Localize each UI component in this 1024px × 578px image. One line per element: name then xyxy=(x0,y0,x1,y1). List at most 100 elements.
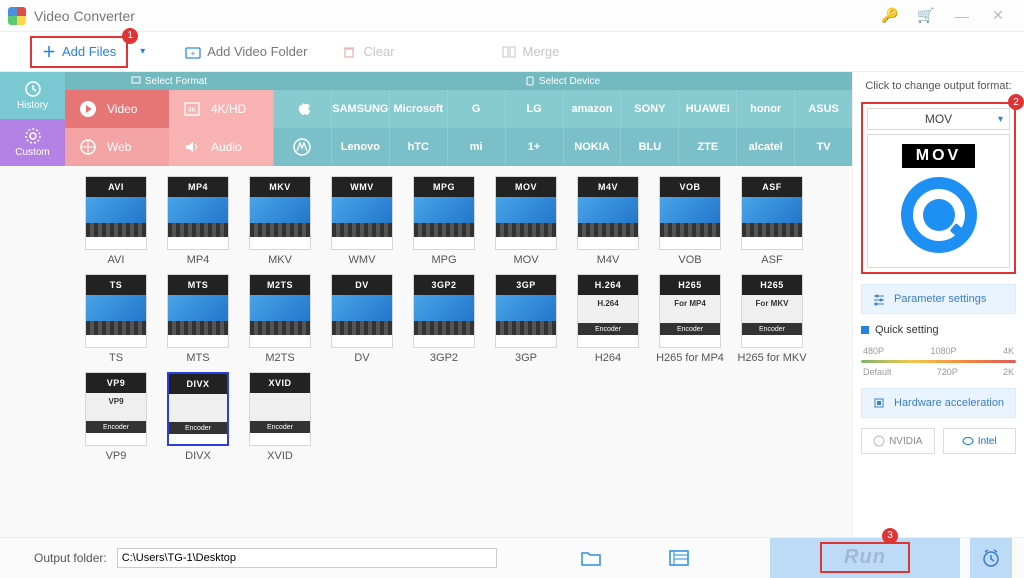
cart-icon[interactable]: 🛒 xyxy=(908,0,944,32)
output-folder-label: Output folder: xyxy=(34,551,107,565)
format-vp9[interactable]: VP9VP9EncoderVP9 xyxy=(75,372,157,462)
nvidia-chip[interactable]: NVIDIA xyxy=(861,428,935,454)
svg-text:+: + xyxy=(191,49,196,58)
brand-asus[interactable]: ASUS xyxy=(794,90,852,128)
brand-<svg width="20" height="20" data-name="motorola-icon"><circle cx="10" cy="10" r="8" fill="none" stroke="#fff" stroke-width="1.5"/><path d="m5 14l3-8 2 5 2-5 3 8" fill="none" stroke="#fff" stroke[interactable] xyxy=(273,128,331,166)
format-label: WMV xyxy=(349,254,376,266)
format-label: ASF xyxy=(761,254,782,266)
scheduler-button[interactable] xyxy=(970,538,1012,578)
format-mov[interactable]: MOVMOV xyxy=(485,176,567,266)
gear-icon xyxy=(24,127,42,145)
format-label: H265 for MKV xyxy=(737,352,806,364)
category-4k[interactable]: 4K 4K/HD xyxy=(169,90,273,128)
brand-<svg width="20" height="20" data-name="apple-icon"><path d="m13 5c-1-1-3-1-3 1-2 0-4 2-3 5 1 3 3 5 4 5s1-1 2-1 1 1 2 1 3-2 3-4c-2-1-2-4 0-5-1-2-3-2-5-2z" fill="#fff"/></svg>[interactable] xyxy=(273,90,331,128)
format-3gp[interactable]: 3GP3GP xyxy=(485,274,567,364)
format-mkv[interactable]: MKVMKV xyxy=(239,176,321,266)
merge-button[interactable]: Merge xyxy=(501,44,560,60)
brand-1+[interactable]: 1+ xyxy=(505,128,563,166)
app-logo-icon xyxy=(8,7,26,25)
output-folder-input[interactable] xyxy=(117,548,497,568)
format-mts[interactable]: MTSMTS xyxy=(157,274,239,364)
open-folder-button[interactable] xyxy=(577,544,605,572)
category-video[interactable]: Video xyxy=(65,90,169,128)
brand-honor[interactable]: honor xyxy=(736,90,794,128)
4k-icon: 4K xyxy=(183,100,201,118)
brand-htc[interactable]: hTC xyxy=(389,128,447,166)
format-label: M4V xyxy=(597,254,620,266)
brand-tv[interactable]: TV xyxy=(794,128,852,166)
brand-zte[interactable]: ZTE xyxy=(678,128,736,166)
format-dv[interactable]: DVDV xyxy=(321,274,403,364)
format-h264[interactable]: H.264H.264EncoderH264 xyxy=(567,274,649,364)
brand-g[interactable]: G xyxy=(447,90,505,128)
format-mpg[interactable]: MPGMPG xyxy=(403,176,485,266)
history-label: History xyxy=(17,100,48,111)
category-web[interactable]: Web xyxy=(65,128,169,166)
format-label: H265 for MP4 xyxy=(656,352,724,364)
resolution-slider[interactable]: 480P 1080P 4K Default 720P 2K xyxy=(861,346,1016,378)
run-button[interactable]: 3 Run xyxy=(770,538,960,578)
brand-lenovo[interactable]: Lenovo xyxy=(331,128,389,166)
format-m2ts[interactable]: M2TSM2TS xyxy=(239,274,321,364)
category-audio[interactable]: Audio xyxy=(169,128,273,166)
mov-band: MOV xyxy=(902,144,975,168)
format-h265-for-mkv[interactable]: H265For MKVEncoderH265 for MKV xyxy=(731,274,813,364)
minimize-button[interactable]: — xyxy=(944,0,980,32)
intel-chip[interactable]: Intel xyxy=(943,428,1017,454)
clear-button[interactable]: Clear xyxy=(341,44,394,60)
brand-huawei[interactable]: HUAWEI xyxy=(678,90,736,128)
left-sidebar: History Custom xyxy=(0,72,65,537)
alarm-clock-icon xyxy=(981,548,1001,568)
add-folder-button[interactable]: + Add Video Folder xyxy=(185,44,307,60)
category-col-2: 4K 4K/HD Audio xyxy=(169,90,273,166)
license-key-icon[interactable]: 🔑 xyxy=(872,0,908,32)
bullet-icon xyxy=(861,326,869,334)
right-panel: Click to change output format: 2 MOV ▾ M… xyxy=(852,72,1024,537)
format-xvid[interactable]: XVIDEncoderXVID xyxy=(239,372,321,462)
format-asf[interactable]: ASFASF xyxy=(731,176,813,266)
format-device-tabs: Select Format Video Web xyxy=(65,72,852,166)
format-3gp2[interactable]: 3GP23GP2 xyxy=(403,274,485,364)
globe-icon xyxy=(79,138,97,156)
sliders-icon xyxy=(872,292,886,306)
format-wmv[interactable]: WMVWMV xyxy=(321,176,403,266)
format-divx[interactable]: DIVXEncoderDIVX xyxy=(157,372,239,462)
add-files-dropdown[interactable]: ▾ xyxy=(134,46,151,57)
brand-row-2: LenovohTCmi1+NOKIABLUZTEalcatelTV xyxy=(273,128,852,166)
brand-nokia[interactable]: NOKIA xyxy=(563,128,621,166)
format-label: MP4 xyxy=(187,254,210,266)
history-button[interactable]: History xyxy=(0,72,65,119)
brand-samsung[interactable]: SAMSUNG xyxy=(331,90,389,128)
format-vob[interactable]: VOBVOB xyxy=(649,176,731,266)
history-icon xyxy=(24,80,42,98)
hardware-acceleration-button[interactable]: Hardware acceleration xyxy=(861,388,1016,418)
brand-row-1: SAMSUNGMicrosoftGLGamazonSONYHUAWEIhonor… xyxy=(273,90,852,128)
format-h265-for-mp4[interactable]: H265For MP4EncoderH265 for MP4 xyxy=(649,274,731,364)
merge-icon xyxy=(501,44,517,60)
format-label: 3GP2 xyxy=(430,352,458,364)
custom-button[interactable]: Custom xyxy=(0,119,65,166)
brand-amazon[interactable]: amazon xyxy=(563,90,621,128)
format-mp4[interactable]: MP4MP4 xyxy=(157,176,239,266)
format-m4v[interactable]: M4VM4V xyxy=(567,176,649,266)
brand-mi[interactable]: mi xyxy=(447,128,505,166)
format-label: MKV xyxy=(268,254,292,266)
brand-sony[interactable]: SONY xyxy=(620,90,678,128)
folder-plus-icon: + xyxy=(185,44,201,60)
format-label: H264 xyxy=(595,352,621,364)
add-files-button[interactable]: ＋ Add Files 1 xyxy=(30,36,128,68)
brand-microsoft[interactable]: Microsoft xyxy=(389,90,447,128)
output-format-box[interactable]: 2 MOV ▾ MOV xyxy=(861,102,1016,274)
format-label: MPG xyxy=(431,254,456,266)
brand-lg[interactable]: LG xyxy=(505,90,563,128)
format-grid: AVIAVIMP4MP4MKVMKVWMVWMVMPGMPGMOVMOVM4VM… xyxy=(65,166,852,476)
parameter-settings-button[interactable]: Parameter settings xyxy=(861,284,1016,314)
output-settings-button[interactable] xyxy=(665,544,693,572)
output-format-dropdown[interactable]: MOV ▾ xyxy=(867,108,1010,130)
brand-alcatel[interactable]: alcatel xyxy=(736,128,794,166)
title-bar: Video Converter 🔑 🛒 — ✕ xyxy=(0,0,1024,32)
format-ts[interactable]: TSTS xyxy=(75,274,157,364)
close-button[interactable]: ✕ xyxy=(980,0,1016,32)
brand-blu[interactable]: BLU xyxy=(620,128,678,166)
format-avi[interactable]: AVIAVI xyxy=(75,176,157,266)
